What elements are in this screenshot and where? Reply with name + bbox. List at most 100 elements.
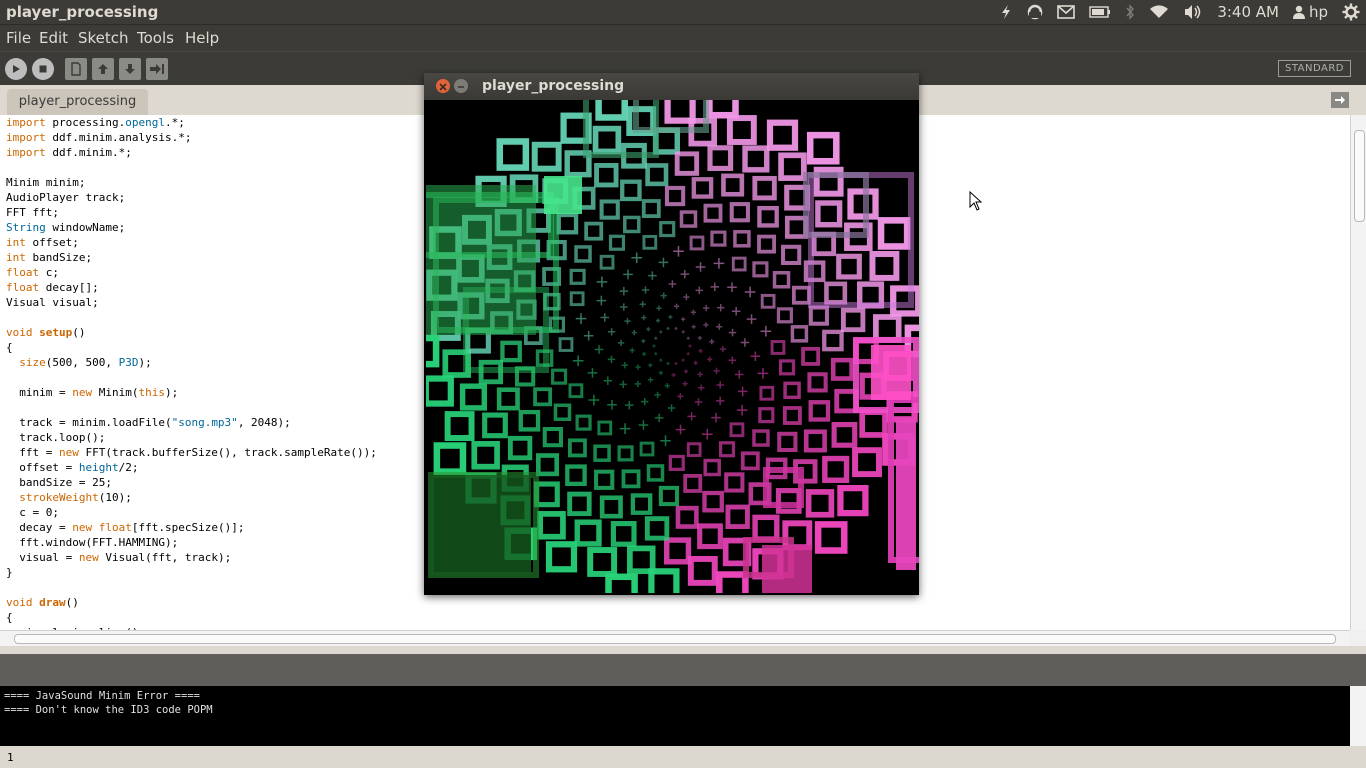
viz-particle <box>675 424 686 435</box>
open-button[interactable] <box>92 58 114 80</box>
stop-button[interactable] <box>32 58 54 80</box>
viz-particle <box>542 426 563 448</box>
stop-icon <box>39 65 47 73</box>
menu-sketch[interactable]: Sketch <box>78 29 129 47</box>
viz-particle <box>733 230 751 248</box>
mail-icon[interactable] <box>1057 0 1076 24</box>
editor-horizontal-scrollbar[interactable] <box>0 630 1350 647</box>
viz-particle <box>688 344 692 348</box>
save-button[interactable] <box>119 58 141 80</box>
mode-button[interactable]: STANDARD <box>1277 60 1351 77</box>
new-button[interactable] <box>65 58 87 80</box>
viz-particle <box>710 230 727 247</box>
viz-particle <box>545 541 578 573</box>
viz-particle <box>431 475 531 575</box>
indicator-icon[interactable] <box>999 0 1013 24</box>
viz-particle <box>682 381 688 387</box>
viz-particle <box>757 368 769 379</box>
viz-particle <box>896 420 916 570</box>
code-text[interactable]: import processing.opengl.*; import ddf.m… <box>6 115 377 630</box>
viz-particle <box>731 256 747 272</box>
viz-particle <box>608 234 626 251</box>
viz-particle <box>638 420 649 430</box>
viz-particle <box>631 330 637 336</box>
viz-particle <box>534 481 560 508</box>
viz-particle <box>645 163 669 187</box>
viz-particle <box>752 514 780 542</box>
viz-particle <box>471 441 500 470</box>
viz-particle <box>599 199 620 220</box>
menu-file[interactable]: File <box>6 29 31 47</box>
viz-particle <box>648 363 653 368</box>
ubuntu-one-icon[interactable] <box>1027 0 1043 24</box>
viz-particle <box>544 176 582 214</box>
message-area <box>0 654 1366 686</box>
viz-particle <box>537 511 566 540</box>
sketch-titlebar[interactable]: player_processing <box>424 73 919 100</box>
bluetooth-icon[interactable] <box>1125 0 1135 24</box>
viz-particle <box>782 406 802 425</box>
user-menu[interactable]: hp <box>1292 3 1328 21</box>
minimize-button[interactable] <box>454 79 468 93</box>
volume-icon[interactable] <box>1183 0 1203 24</box>
close-button[interactable] <box>436 79 450 93</box>
viz-particle <box>426 185 536 335</box>
viz-particle <box>683 369 689 374</box>
viz-particle <box>668 280 677 288</box>
menu-help[interactable]: Help <box>185 29 219 47</box>
battery-icon[interactable] <box>1089 0 1111 24</box>
download-arrow-icon <box>125 64 135 74</box>
viz-particle <box>734 370 744 379</box>
viz-particle <box>778 152 807 181</box>
gear-icon[interactable] <box>1342 0 1360 24</box>
viz-particle <box>588 394 600 406</box>
tab-menu-button[interactable] <box>1331 92 1349 108</box>
viz-particle <box>716 381 724 389</box>
console-scrollbar[interactable] <box>1350 686 1366 746</box>
viz-particle <box>671 372 676 378</box>
close-icon <box>439 83 447 91</box>
viz-particle <box>625 400 634 410</box>
clock[interactable]: 3:40 AM <box>1217 3 1279 21</box>
play-icon <box>13 65 20 73</box>
viz-particle <box>742 145 770 173</box>
export-button[interactable] <box>146 58 168 80</box>
viz-particle <box>482 412 508 439</box>
viz-particle <box>426 375 454 407</box>
viz-particle <box>674 362 678 366</box>
run-button[interactable] <box>5 58 27 80</box>
viz-particle <box>859 409 888 438</box>
wifi-icon[interactable] <box>1149 0 1169 24</box>
sketch-window[interactable]: player_processing <box>424 73 919 595</box>
viz-particle <box>689 235 705 251</box>
split-divider[interactable] <box>0 646 1366 654</box>
user-name: hp <box>1308 3 1328 21</box>
viz-particle <box>594 469 615 490</box>
menu-tools[interactable]: Tools <box>137 29 174 47</box>
viz-particle <box>687 412 696 421</box>
viz-particle <box>871 345 911 400</box>
viz-particle <box>568 438 587 458</box>
export-arrow-icon <box>150 64 164 74</box>
viz-particle <box>697 371 703 377</box>
viz-particle <box>594 345 604 354</box>
viz-particle <box>758 407 775 424</box>
viz-particle <box>587 547 618 577</box>
menu-edit[interactable]: Edit <box>39 29 68 47</box>
viz-particle <box>740 338 750 347</box>
editor-vertical-scrollbar[interactable] <box>1350 115 1366 630</box>
upload-arrow-icon <box>98 64 108 74</box>
viz-particle <box>703 322 709 328</box>
sketch-canvas[interactable] <box>426 100 919 593</box>
console[interactable]: ==== JavaSound Minim Error ==== ==== Don… <box>0 686 1350 746</box>
viz-particle <box>701 428 713 440</box>
viz-particle <box>815 200 843 228</box>
scrollbar-thumb[interactable] <box>14 634 1336 644</box>
viz-particle <box>654 391 661 399</box>
scrollbar-thumb[interactable] <box>1354 130 1365 222</box>
viz-particle <box>776 307 793 324</box>
tab-player-processing[interactable]: player_processing <box>7 89 148 115</box>
viz-particle <box>728 328 737 337</box>
viz-particle <box>575 414 592 431</box>
viz-particle <box>740 451 760 471</box>
